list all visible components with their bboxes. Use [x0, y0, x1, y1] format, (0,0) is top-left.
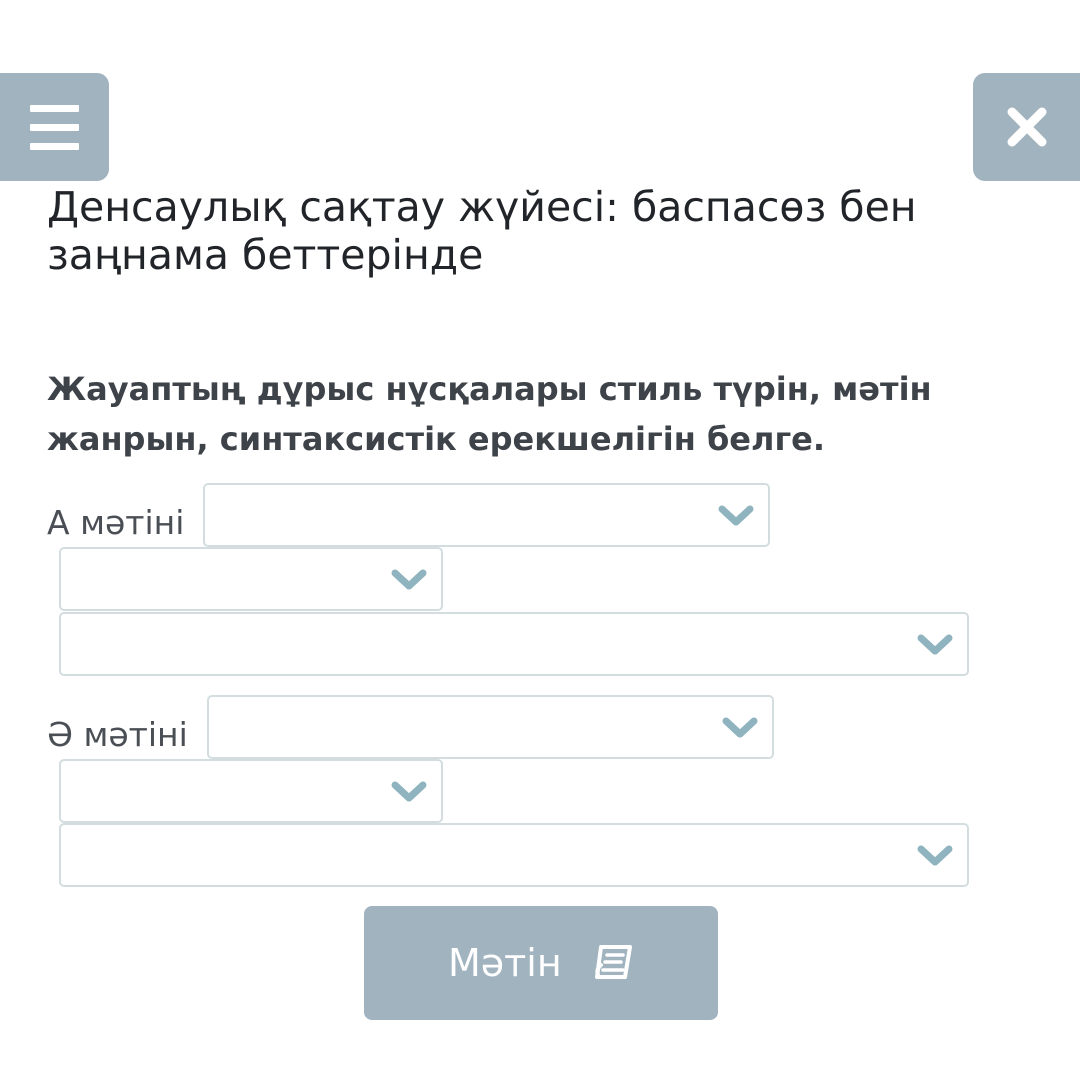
close-x-icon — [1007, 107, 1047, 147]
book-icon — [595, 945, 632, 979]
chevron-down-icon — [917, 634, 953, 655]
text-ae-label: Ә мәтіні — [47, 715, 188, 754]
chevron-down-icon — [391, 569, 427, 590]
chevron-down-icon — [718, 505, 754, 526]
hamburger-bar — [30, 124, 79, 131]
show-text-button[interactable]: Мәтін — [364, 906, 718, 1020]
text-ae-style-dropdown[interactable] — [207, 695, 774, 759]
page-title: Денсаулық сақтау жүйесі: баспасөз бен за… — [47, 183, 917, 279]
text-a-label: А мәтіні — [47, 503, 185, 542]
chevron-down-icon — [917, 845, 953, 866]
text-a-genre-dropdown[interactable] — [59, 547, 443, 611]
chevron-down-icon — [722, 717, 758, 738]
text-ae-genre-dropdown[interactable] — [59, 759, 443, 823]
show-text-button-label: Мәтін — [448, 941, 562, 985]
text-ae-syntax-dropdown[interactable] — [59, 823, 969, 887]
menu-button[interactable] — [0, 73, 109, 181]
text-a-syntax-dropdown[interactable] — [59, 612, 969, 676]
close-button[interactable] — [973, 73, 1080, 181]
hamburger-bar — [30, 143, 79, 150]
text-a-style-dropdown[interactable] — [203, 483, 770, 547]
task-instruction: Жауаптың дұрыс нұсқалары стиль түрін, мә… — [47, 370, 932, 458]
hamburger-menu-icon — [30, 105, 79, 112]
chevron-down-icon — [391, 781, 427, 802]
